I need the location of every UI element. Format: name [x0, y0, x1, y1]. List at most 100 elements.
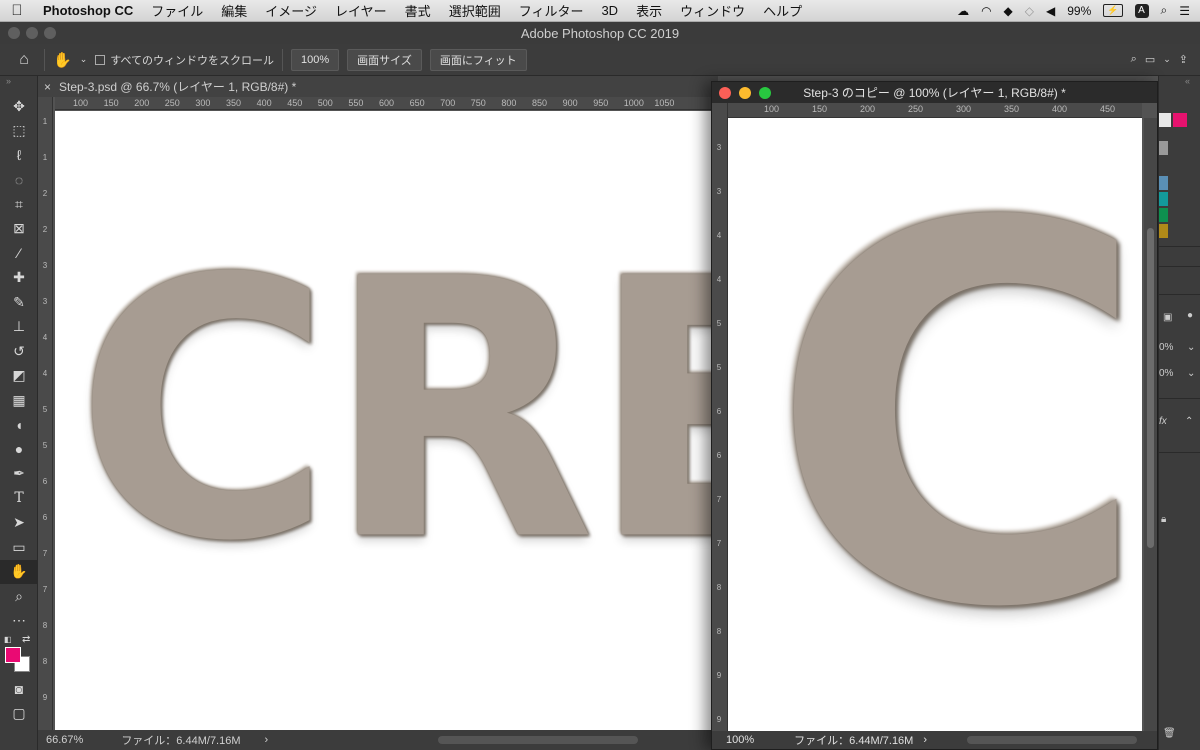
input-source-indicator[interactable]: A: [1134, 3, 1149, 18]
chevron-down-icon[interactable]: ⌄: [80, 54, 88, 65]
rectangle-tool-icon[interactable]: ▭: [0, 535, 38, 560]
menu-help[interactable]: ヘルプ: [754, 1, 811, 20]
scroll-all-windows-checkbox[interactable]: すべてのウィンドウをスクロール: [95, 52, 274, 68]
zoom-window-button[interactable]: [759, 87, 771, 99]
move-tool-icon[interactable]: ✥: [0, 94, 38, 119]
swatch[interactable]: [1159, 113, 1171, 127]
workspace-icon[interactable]: ▭: [1145, 53, 1155, 66]
share-icon[interactable]: ⇪: [1179, 53, 1200, 66]
dodge-tool-icon[interactable]: ●: [0, 437, 38, 462]
checkbox-box[interactable]: [95, 54, 106, 65]
healing-tool-icon[interactable]: ✚: [0, 266, 38, 291]
zoom-level[interactable]: 66.67%: [46, 734, 83, 746]
menu-image[interactable]: イメージ: [256, 1, 326, 20]
vpn-icon[interactable]: ◇: [1025, 4, 1034, 18]
fit-screen-button[interactable]: 画面にフィット: [429, 48, 527, 71]
minimize-window-button[interactable]: [26, 27, 38, 39]
visibility-dot-icon[interactable]: ●: [1187, 310, 1193, 321]
wifi-icon[interactable]: ◠: [981, 4, 991, 18]
dropbox-icon[interactable]: ◆: [1004, 4, 1013, 18]
swatch[interactable]: [1159, 208, 1168, 222]
minimize-window-button[interactable]: [739, 87, 751, 99]
zoom-tool-icon[interactable]: ⌕: [0, 584, 38, 609]
menu-edit[interactable]: 編集: [212, 1, 256, 20]
frame-tool-icon[interactable]: ⊠: [0, 217, 38, 242]
stamp-tool-icon[interactable]: ⊥: [0, 315, 38, 340]
chevron-up-icon[interactable]: ⌃: [1185, 416, 1193, 427]
menu-select[interactable]: 選択範囲: [440, 1, 510, 20]
canvas[interactable]: CR: [728, 118, 1142, 732]
blur-tool-icon[interactable]: ◖: [0, 413, 38, 438]
menu-file[interactable]: ファイル: [142, 1, 212, 20]
swatch[interactable]: [1159, 141, 1168, 155]
swatch[interactable]: [1159, 176, 1168, 190]
home-icon[interactable]: ⌂: [12, 51, 36, 69]
battery-icon[interactable]: ⚡: [1103, 4, 1123, 17]
close-window-button[interactable]: [719, 87, 731, 99]
marquee-tool-icon[interactable]: ⬚: [0, 119, 38, 144]
menu-view[interactable]: 表示: [627, 1, 671, 20]
swap-colors-icon[interactable]: ⇄: [22, 634, 30, 645]
quick-mask-icon[interactable]: ◙: [0, 677, 38, 702]
chevron-down-icon[interactable]: ⌄: [1187, 368, 1195, 379]
canvas[interactable]: CREAT: [55, 111, 715, 731]
trash-icon[interactable]: 🗑︎: [1163, 728, 1176, 739]
actual-pixels-button[interactable]: 画面サイズ: [347, 48, 422, 71]
menu-3d[interactable]: 3D: [592, 3, 627, 18]
vertical-scrollbar[interactable]: [1144, 118, 1157, 732]
menu-window[interactable]: ウィンドウ: [671, 1, 754, 20]
crop-tool-icon[interactable]: ⌗: [0, 192, 38, 217]
scrollbar-thumb[interactable]: [1147, 228, 1154, 548]
default-colors-icon[interactable]: ◧: [4, 635, 12, 644]
type-tool-icon[interactable]: T: [0, 486, 38, 511]
hand-tool-icon[interactable]: ✋: [0, 559, 38, 584]
eraser-tool-icon[interactable]: ◩: [0, 364, 38, 389]
history-brush-tool-icon[interactable]: ↺: [0, 339, 38, 364]
foreground-color-swatch[interactable]: [5, 647, 21, 663]
lasso-tool-icon[interactable]: ℓ: [0, 143, 38, 168]
opacity-value[interactable]: 0%: [1159, 342, 1173, 353]
zoom-100-button[interactable]: 100%: [291, 48, 340, 71]
volume-icon[interactable]: ◀: [1046, 4, 1055, 18]
chevron-down-icon[interactable]: ⌄: [1163, 54, 1171, 65]
screen-mode-icon[interactable]: ▢: [0, 702, 38, 727]
floating-window-titlebar[interactable]: Step-3 のコピー @ 100% (レイヤー 1, RGB/8#) *: [712, 82, 1157, 103]
zoom-level[interactable]: 100%: [726, 734, 754, 746]
brush-tool-icon[interactable]: ✎: [0, 290, 38, 315]
chevron-down-icon[interactable]: ⌄: [1187, 342, 1195, 353]
panel-collapse-icon[interactable]: «: [1185, 76, 1190, 86]
layer-effects-icon[interactable]: fx: [1159, 416, 1167, 427]
gradient-tool-icon[interactable]: ▦: [0, 388, 38, 413]
horizontal-scrollbar[interactable]: [438, 736, 639, 744]
chevron-right-icon[interactable]: ›: [265, 734, 269, 746]
spotlight-search-icon[interactable]: ⌕: [1161, 3, 1168, 18]
pen-tool-icon[interactable]: ✒: [0, 462, 38, 487]
lock-icon[interactable]: 🔒︎: [1161, 514, 1166, 525]
zoom-window-button[interactable]: [44, 27, 56, 39]
creative-cloud-icon[interactable]: ☁: [957, 4, 969, 18]
more-tools-icon[interactable]: ⋯: [0, 609, 38, 634]
menu-filter[interactable]: フィルター: [510, 1, 593, 20]
swatch[interactable]: [1159, 224, 1168, 238]
hand-tool-preset-icon[interactable]: ✋: [53, 51, 72, 69]
menu-type[interactable]: 書式: [396, 1, 440, 20]
close-tab-icon[interactable]: ×: [44, 80, 51, 94]
apple-menu-icon[interactable]: : [0, 2, 34, 19]
path-select-tool-icon[interactable]: ➤: [0, 511, 38, 536]
ruler-tick-label: 9: [716, 715, 722, 724]
close-window-button[interactable]: [8, 27, 20, 39]
search-icon[interactable]: ⌕: [1131, 53, 1137, 66]
chevron-right-icon[interactable]: ›: [923, 734, 927, 746]
layer-icon[interactable]: ▣: [1163, 312, 1172, 323]
swatch[interactable]: [1173, 113, 1187, 127]
panel-collapse-icon[interactable]: »: [0, 76, 37, 94]
menu-app[interactable]: Photoshop CC: [34, 3, 142, 18]
eyedropper-tool-icon[interactable]: ⁄: [0, 241, 38, 266]
document-tab[interactable]: × Step-3.psd @ 66.7% (レイヤー 1, RGB/8#) *: [38, 76, 718, 97]
menu-layer[interactable]: レイヤー: [326, 1, 396, 20]
swatch[interactable]: [1159, 192, 1168, 206]
quick-select-tool-icon[interactable]: ◌: [0, 168, 38, 193]
fill-value[interactable]: 0%: [1159, 368, 1173, 379]
horizontal-scrollbar[interactable]: [967, 736, 1138, 744]
notification-center-icon[interactable]: ☰: [1179, 4, 1190, 18]
